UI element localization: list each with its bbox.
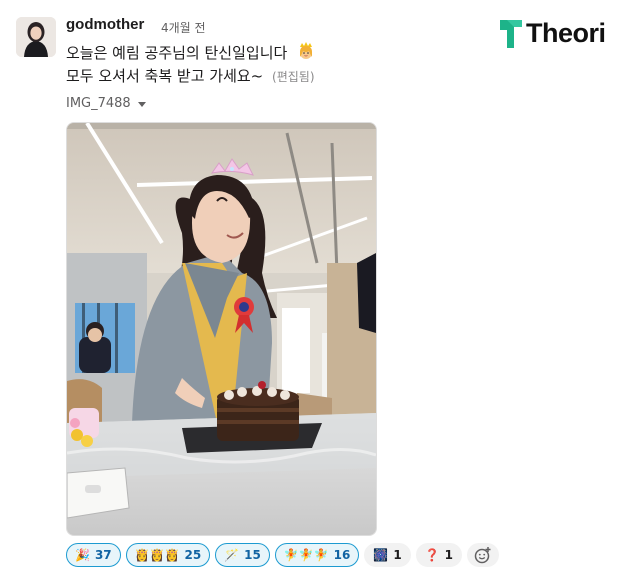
timestamp[interactable]: 4개월 전 (161, 19, 206, 36)
message-text-1: 오늘은 예림 공주님의 탄신일입니다 (66, 44, 288, 62)
theori-logo: Theori (500, 18, 606, 49)
caret-down-icon (137, 101, 146, 107)
edited-label: (편집됨) (272, 70, 315, 84)
add-emoji-icon (474, 547, 491, 564)
logo-text: Theori (526, 18, 606, 48)
reaction-fireworks[interactable]: 🎆 1 (364, 543, 411, 567)
attached-photo[interactable] (66, 122, 377, 536)
reaction-count: 37 (94, 548, 112, 562)
reaction-count: 1 (444, 548, 453, 562)
username[interactable]: godmother (66, 16, 144, 33)
message-line-2: 모두 오셔서 축복 받고 가세요~ (편집됨) (66, 65, 315, 86)
avatar[interactable] (16, 17, 56, 57)
question-mark-icon: ❓ (424, 548, 440, 562)
fairy-icon: 🧚🧚🧚 (283, 548, 329, 562)
theori-logo-icon (500, 19, 522, 48)
message-line-1: 오늘은 예림 공주님의 탄신일입니다 (66, 41, 316, 65)
reaction-party[interactable]: 🎉 37 (66, 543, 121, 567)
reaction-magic-wand[interactable]: 🪄 15 (215, 543, 270, 567)
attachment-toggle[interactable]: IMG_7488 (66, 96, 147, 111)
reaction-count: 16 (333, 548, 351, 562)
reaction-princess[interactable]: 👸👸👸 25 (125, 543, 211, 567)
reaction-bar: 🎉 37 👸👸👸 25 🪄 15 🧚🧚🧚 16 🎆 1 ❓ 1 (66, 543, 499, 567)
magic-wand-icon: 🪄 (224, 548, 240, 562)
photo-illustration (67, 123, 376, 535)
message-text-2: 모두 오셔서 축복 받고 가세요~ (66, 67, 264, 85)
princess-emoji-icon (296, 41, 316, 65)
reaction-count: 1 (393, 548, 402, 562)
attachment-name: IMG_7488 (66, 96, 131, 111)
add-reaction-button[interactable] (467, 543, 499, 567)
princess-icon: 👸👸👸 (134, 548, 180, 562)
reaction-count: 25 (184, 548, 202, 562)
reaction-fairy[interactable]: 🧚🧚🧚 16 (274, 543, 360, 567)
party-popper-icon: 🎉 (75, 548, 90, 562)
fireworks-icon: 🎆 (373, 548, 389, 562)
reaction-question[interactable]: ❓ 1 (415, 543, 462, 567)
reaction-count: 15 (244, 548, 261, 562)
